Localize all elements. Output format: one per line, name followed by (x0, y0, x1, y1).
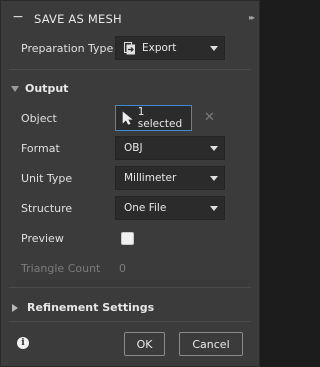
triangle-count-label: Triangle Count (21, 262, 101, 275)
preparation-type-label: Preparation Type (21, 42, 114, 55)
object-selection-value: 1 selected (137, 106, 183, 130)
structure-dropdown[interactable]: One File (115, 196, 225, 220)
object-label: Object (21, 112, 57, 125)
preview-label: Preview (21, 232, 64, 245)
chevron-down-icon (210, 176, 218, 181)
preparation-type-dropdown[interactable]: Export (115, 36, 225, 60)
unit-type-dropdown[interactable]: Millimeter (115, 166, 225, 190)
chevron-down-icon (210, 206, 218, 211)
cursor-arrow-icon (122, 111, 133, 125)
divider (9, 321, 251, 322)
chevron-down-icon (210, 46, 218, 51)
structure-value: One File (124, 202, 167, 214)
collapsed-triangle-icon (12, 303, 18, 312)
unit-type-label: Unit Type (21, 172, 73, 185)
object-selection-button[interactable]: 1 selected (115, 105, 192, 131)
dialog-title: SAVE AS MESH (34, 12, 122, 26)
dialog-titlebar[interactable]: − SAVE AS MESH ▸▸ (1, 1, 259, 35)
refinement-settings-header[interactable]: Refinement Settings (11, 301, 154, 314)
refinement-settings-title: Refinement Settings (27, 301, 155, 314)
ok-button[interactable]: OK (124, 332, 165, 356)
output-section-title: Output (25, 82, 69, 95)
expanded-triangle-icon (11, 85, 19, 92)
preview-checkbox[interactable] (121, 232, 134, 245)
format-value: OBJ (124, 142, 143, 154)
export-icon (124, 41, 135, 54)
unit-type-value: Millimeter (124, 172, 177, 184)
format-dropdown[interactable]: OBJ (115, 136, 225, 160)
cancel-button[interactable]: Cancel (179, 332, 243, 356)
preparation-type-value: Export (142, 42, 177, 54)
clear-selection-icon[interactable]: ✕ (204, 111, 215, 124)
expand-arrows-icon[interactable]: ▸▸ (249, 13, 255, 22)
triangle-count-value: 0 (119, 262, 126, 275)
divider (9, 69, 251, 70)
structure-label: Structure (21, 202, 73, 215)
collapse-icon[interactable]: − (11, 10, 25, 24)
format-label: Format (21, 142, 60, 155)
divider (9, 287, 251, 288)
output-section-header[interactable]: Output (11, 82, 68, 95)
chevron-down-icon (210, 146, 218, 151)
save-as-mesh-dialog: − SAVE AS MESH ▸▸ Preparation Type Expor… (0, 0, 260, 367)
info-icon[interactable]: i (17, 337, 29, 349)
